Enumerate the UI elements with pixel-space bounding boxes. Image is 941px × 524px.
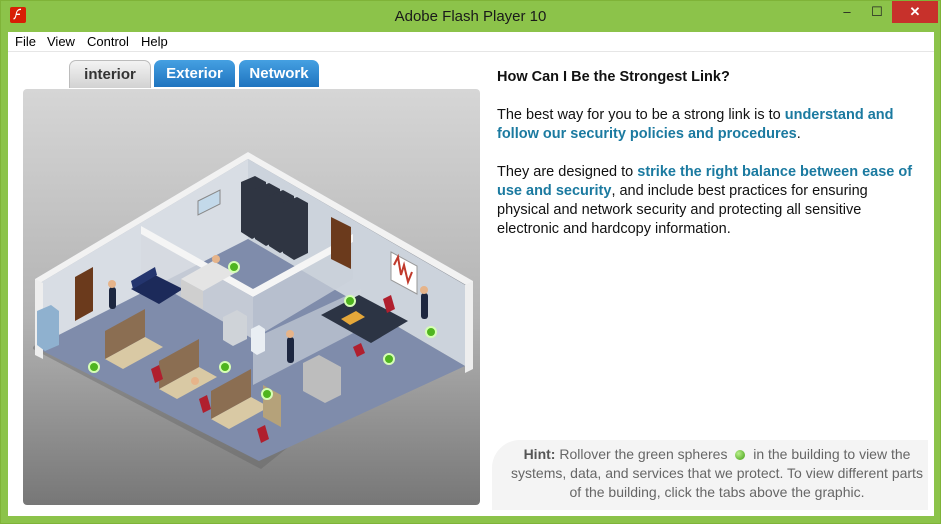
menu-help[interactable]: Help <box>141 34 168 49</box>
maximize-icon: ☐ <box>871 4 883 19</box>
paragraph-balance: They are designed to strike the right ba… <box>497 163 922 239</box>
tab-interior[interactable]: interior <box>69 60 151 88</box>
isometric-office-illustration <box>33 152 473 469</box>
flash-player-window: Adobe Flash Player 10 ‒ ☐ ✕ File View Co… <box>0 0 941 524</box>
menu-view[interactable]: View <box>47 34 75 49</box>
flash-content-area: interior Exterior Network How Can I Be t… <box>8 52 934 516</box>
hint-text: Hint: Rollover the green spheres in the … <box>507 445 927 502</box>
panel-heading: How Can I Be the Strongest Link? <box>497 69 730 85</box>
title-bar[interactable]: Adobe Flash Player 10 ‒ ☐ ✕ <box>1 1 940 32</box>
menu-bar: File View Control Help <box>8 32 934 52</box>
tab-exterior[interactable]: Exterior <box>154 60 235 87</box>
window-title: Adobe Flash Player 10 <box>394 8 547 25</box>
hint-label: Hint: <box>523 446 556 462</box>
close-button[interactable]: ✕ <box>892 1 938 23</box>
paragraph-strong-link: The best way for you to be a strong link… <box>497 106 922 144</box>
menu-control[interactable]: Control <box>87 34 129 49</box>
green-sphere-icon <box>735 450 746 460</box>
maximize-button[interactable]: ☐ <box>862 1 892 23</box>
p1-lead: The best way for you to be a strong link… <box>497 107 785 123</box>
tab-network[interactable]: Network <box>239 60 319 87</box>
minimize-icon: ‒ <box>843 4 851 19</box>
close-icon: ✕ <box>909 4 921 19</box>
p2-lead: They are designed to <box>497 164 638 180</box>
minimize-button[interactable]: ‒ <box>832 1 862 23</box>
hint-box: Hint: Rollover the green spheres in the … <box>492 440 928 510</box>
p1-tail: . <box>796 126 801 142</box>
menu-file[interactable]: File <box>15 34 36 49</box>
building-interior-graphic <box>23 89 480 505</box>
hint-text-before: Rollover the green spheres <box>555 446 732 462</box>
